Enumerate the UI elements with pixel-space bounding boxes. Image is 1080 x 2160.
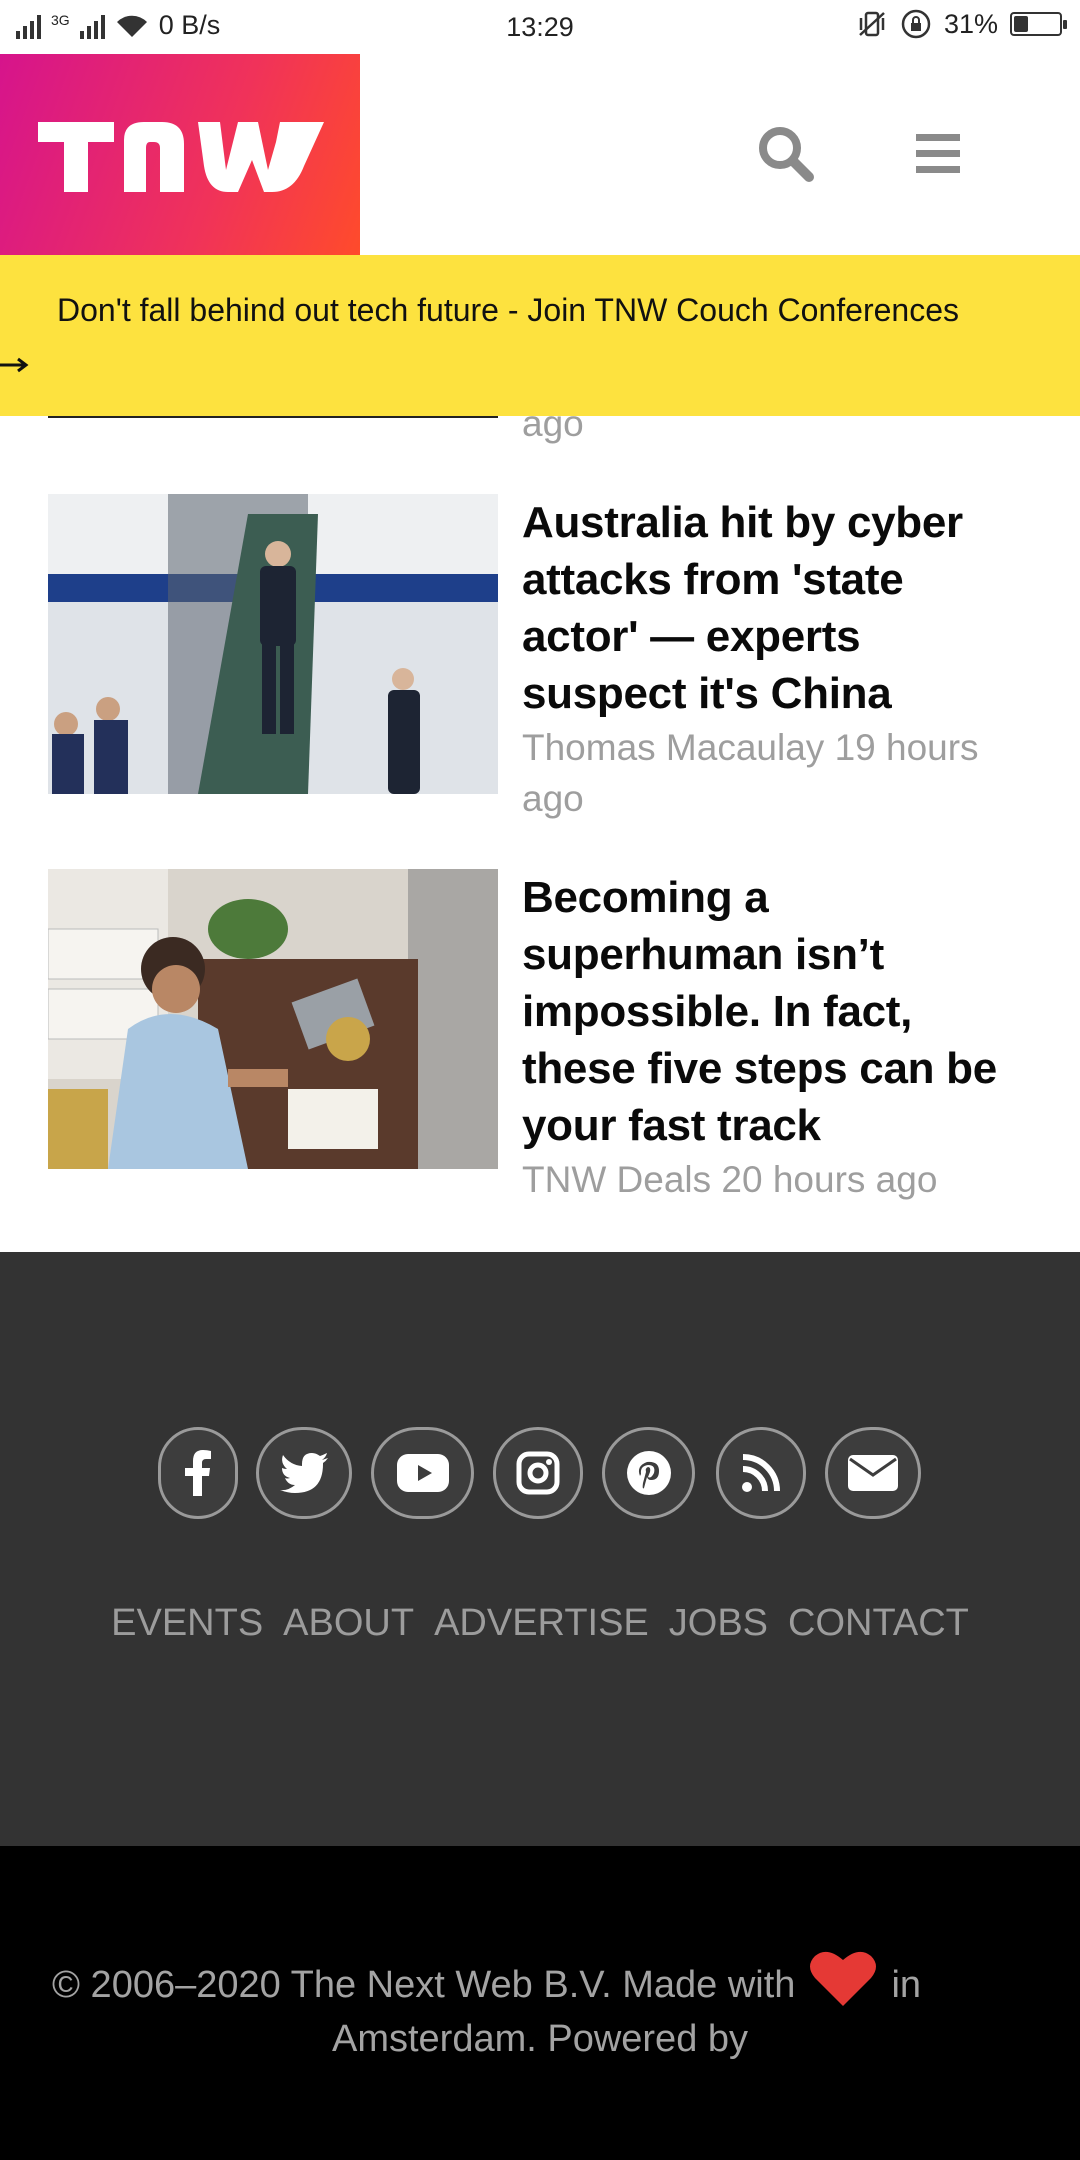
copyright-text: © 2006–2020 The Next Web B.V. Made with	[52, 1963, 796, 2006]
article-title-line[interactable]: these five steps can be	[522, 1040, 1062, 1097]
article-title-line[interactable]: attacks from 'state	[522, 551, 1042, 608]
twitter-button[interactable]	[256, 1427, 352, 1519]
footer-links: EVENTS ABOUT ADVERTISE JOBS CONTACT	[0, 1602, 1080, 1645]
article-title-line[interactable]: suspect it's China	[522, 665, 1042, 722]
footer-link-advertise[interactable]: ADVERTISE	[434, 1602, 649, 1645]
article-title-line[interactable]: Australia hit by cyber	[522, 494, 1042, 551]
youtube-icon	[396, 1454, 449, 1492]
article-title-line[interactable]: actor' — experts	[522, 608, 1042, 665]
copyright-line-2: Amsterdam. Powered by	[331, 2018, 749, 2060]
search-button[interactable]	[756, 124, 816, 184]
copyright-text-in: in	[891, 1963, 922, 2006]
site-footer	[0, 1252, 1080, 1846]
arrow-right-icon	[0, 357, 29, 373]
site-header	[0, 54, 1080, 255]
rss-button[interactable]	[716, 1427, 806, 1519]
footer-link-events[interactable]: EVENTS	[111, 1602, 263, 1645]
article-meta: Thomas Macaulay 19 hours ago	[522, 722, 1042, 824]
article-title[interactable]: Becoming a superhuman isn’t impossible. …	[522, 869, 1062, 1154]
previous-article-meta: ago	[522, 403, 584, 444]
article-thumbnail[interactable]	[48, 869, 498, 1169]
footer-link-jobs[interactable]: JOBS	[669, 1602, 768, 1645]
menu-button[interactable]	[908, 124, 972, 184]
article-thumbnail[interactable]	[48, 494, 498, 794]
article-title-line[interactable]: superhuman isn’t	[522, 926, 1062, 983]
instagram-button[interactable]	[493, 1427, 583, 1519]
email-icon	[848, 1455, 898, 1491]
promo-banner-text[interactable]: Don't fall behind out tech future - Join…	[57, 292, 959, 329]
email-button[interactable]	[825, 1427, 921, 1519]
status-bar: 3G 0 B/s 13:29 31%	[0, 0, 1080, 54]
search-icon	[759, 127, 814, 182]
hamburger-menu-icon	[916, 134, 960, 173]
rotation-lock-icon	[901, 9, 931, 39]
youtube-button[interactable]	[371, 1427, 474, 1519]
previous-article-thumb-edge	[48, 416, 498, 418]
heart-icon	[810, 1951, 877, 2006]
instagram-icon	[516, 1451, 560, 1495]
pinterest-button[interactable]	[602, 1427, 695, 1519]
vibrate-icon	[859, 11, 885, 37]
battery-icon	[1010, 12, 1067, 36]
article-title-line[interactable]: your fast track	[522, 1097, 1062, 1154]
facebook-button[interactable]	[158, 1427, 238, 1519]
article-author-time-cont: ago	[522, 778, 584, 819]
article-title-line[interactable]: impossible. In fact,	[522, 983, 1062, 1040]
pinterest-icon	[626, 1451, 671, 1495]
facebook-icon	[185, 1450, 211, 1496]
article-meta: TNW Deals 20 hours ago	[522, 1154, 1062, 1205]
footer-link-about[interactable]: ABOUT	[283, 1602, 414, 1645]
copyright-line-1: © 2006–2020 The Next Web B.V. Made with …	[52, 1951, 922, 2008]
tnw-logo-mark	[38, 122, 324, 192]
footer-link-contact[interactable]: CONTACT	[788, 1602, 969, 1645]
article-author-time: Thomas Macaulay 19 hours	[522, 727, 979, 768]
article-title-line[interactable]: Becoming a	[522, 869, 1062, 926]
tnw-logo[interactable]	[0, 54, 360, 255]
battery-percent: 31%	[943, 8, 998, 39]
promo-banner[interactable]: Don't fall behind out tech future - Join…	[0, 255, 1080, 416]
twitter-icon	[280, 1453, 328, 1493]
article-author-time: TNW Deals 20 hours ago	[522, 1159, 938, 1200]
article-title[interactable]: Australia hit by cyber attacks from 'sta…	[522, 494, 1042, 722]
rss-icon	[742, 1454, 780, 1492]
